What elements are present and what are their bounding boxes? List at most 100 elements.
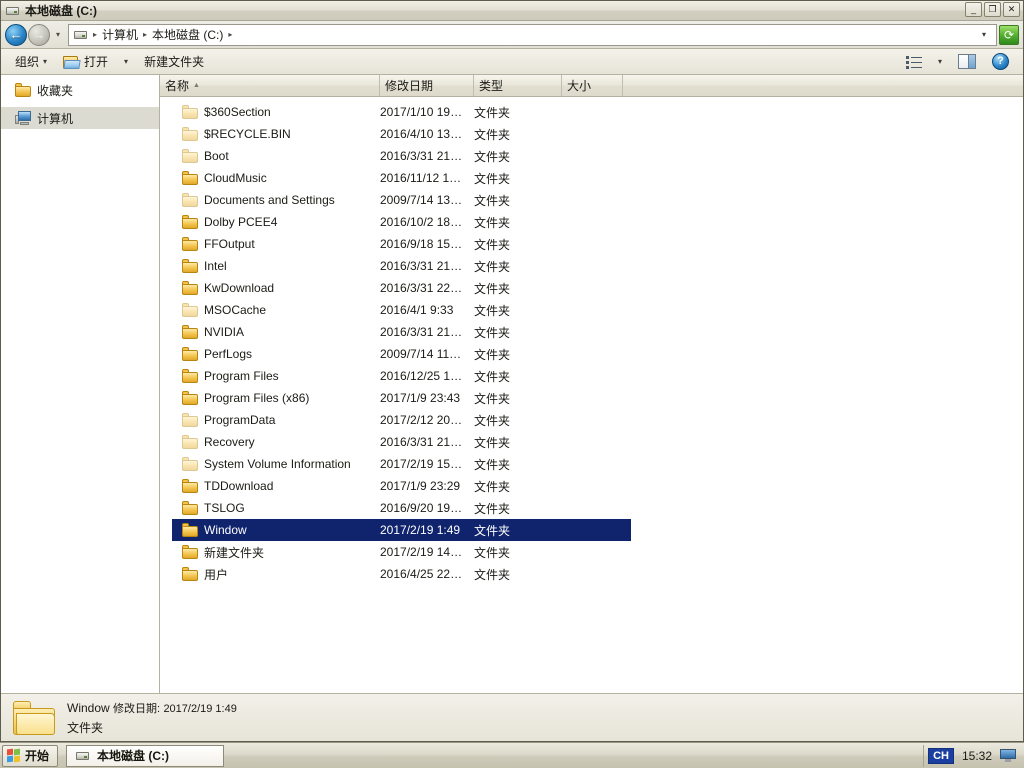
table-row[interactable]: Documents and Settings2009/7/14 13…文件夹 [172,189,631,211]
cell-type: 文件夹 [474,434,562,451]
file-name: 新建文件夹 [204,544,264,561]
file-name: Intel [204,259,227,273]
table-row[interactable]: $RECYCLE.BIN2016/4/10 13…文件夹 [172,123,631,145]
cell-date-modified: 2016/12/25 1… [380,369,474,383]
file-name: Window [204,523,247,537]
table-row[interactable]: Program Files2016/12/25 1…文件夹 [172,365,631,387]
cell-date-modified: 2016/4/1 9:33 [380,303,474,317]
cell-name: $RECYCLE.BIN [172,127,380,141]
change-view-button[interactable] [898,51,930,73]
sidebar-item-computer[interactable]: 计算机 [1,107,159,129]
cell-name: Program Files (x86) [172,391,380,405]
cell-date-modified: 2009/7/14 11… [380,347,474,361]
view-dropdown-button[interactable]: ▾ [930,53,950,70]
folder-icon [182,215,198,229]
file-name: $RECYCLE.BIN [204,127,291,141]
column-header-row: 名称 ▲ 修改日期 类型 大小 [160,75,1023,97]
file-list[interactable]: $360Section2017/1/10 19…文件夹$RECYCLE.BIN2… [160,97,1023,693]
close-button[interactable]: ✕ [1003,2,1020,17]
cell-type: 文件夹 [474,302,562,319]
table-row[interactable]: Boot2016/3/31 21…文件夹 [172,145,631,167]
start-button[interactable]: 开始 [2,745,58,767]
organize-label: 组织 [15,53,39,70]
cell-name: MSOCache [172,303,380,317]
folder-icon [182,457,198,471]
table-row[interactable]: TDDownload2017/1/9 23:29文件夹 [172,475,631,497]
back-button[interactable]: ← [5,24,27,46]
folder-icon [182,281,198,295]
open-dropdown-button[interactable]: ▾ [116,53,136,70]
help-button[interactable]: ? [984,49,1017,74]
folder-icon [182,391,198,405]
column-header-date[interactable]: 修改日期 [380,75,474,96]
table-row[interactable]: PerfLogs2009/7/14 11…文件夹 [172,343,631,365]
ime-indicator[interactable]: CH [928,748,954,764]
cell-name: Program Files [172,369,380,383]
drive-icon [73,27,89,43]
cell-name: $360Section [172,105,380,119]
title-bar: 本地磁盘 (C:) _ ❐ ✕ [1,1,1023,21]
recent-locations-icon[interactable]: ▾ [51,25,65,45]
breadcrumb[interactable]: ▸ 计算机 ▸ 本地磁盘 (C:) ▸ ▾ [68,24,997,46]
sidebar-item-label: 收藏夹 [37,82,73,99]
table-row[interactable]: Window2017/2/19 1:49文件夹 [172,519,631,541]
folder-icon [182,171,198,185]
table-row[interactable]: NVIDIA2016/3/31 21…文件夹 [172,321,631,343]
table-row[interactable]: 新建文件夹2017/2/19 14…文件夹 [172,541,631,563]
table-row[interactable]: System Volume Information2017/2/19 15…文件… [172,453,631,475]
command-bar: 组织 ▾ 打开 ▾ 新建文件夹 ▾ [1,49,1023,75]
monitor-icon[interactable] [1000,749,1016,762]
column-header-label: 修改日期 [385,77,433,94]
window-controls: _ ❐ ✕ [965,2,1020,17]
cell-name: Recovery [172,435,380,449]
column-header-name[interactable]: 名称 ▲ [160,75,380,96]
maximize-button[interactable]: ❐ [984,2,1001,17]
forward-button[interactable]: → [28,24,50,46]
cell-date-modified: 2016/4/25 22… [380,567,474,581]
taskbar-item-explorer[interactable]: 本地磁盘 (C:) [66,745,224,767]
cell-date-modified: 2017/2/19 1:49 [380,523,474,537]
refresh-button[interactable]: ⟳ [999,25,1019,45]
column-header-type[interactable]: 类型 [474,75,562,96]
navigation-pane: 收藏夹 计算机 [1,75,160,693]
table-row[interactable]: CloudMusic2016/11/12 1…文件夹 [172,167,631,189]
preview-pane-icon [958,54,976,69]
table-row[interactable]: 用户2016/4/25 22…文件夹 [172,563,631,585]
folder-icon [182,479,198,493]
table-row[interactable]: MSOCache2016/4/1 9:33文件夹 [172,299,631,321]
table-row[interactable]: Program Files (x86)2017/1/9 23:43文件夹 [172,387,631,409]
drive-icon [5,3,21,19]
breadcrumb-item-drive[interactable]: 本地磁盘 (C:) [149,24,226,45]
table-row[interactable]: TSLOG2016/9/20 19…文件夹 [172,497,631,519]
open-button[interactable]: 打开 [55,49,116,74]
cell-name: Documents and Settings [172,193,380,207]
breadcrumb-item-computer[interactable]: 计算机 [99,24,141,45]
file-name: ProgramData [204,413,275,427]
cell-type: 文件夹 [474,280,562,297]
table-row[interactable]: Intel2016/3/31 21…文件夹 [172,255,631,277]
minimize-button[interactable]: _ [965,2,982,17]
chevron-right-icon[interactable]: ▸ [226,30,234,39]
table-row[interactable]: Recovery2016/3/31 21…文件夹 [172,431,631,453]
preview-pane-button[interactable] [950,50,984,73]
folder-icon [182,413,198,427]
table-row[interactable]: KwDownload2016/3/31 22…文件夹 [172,277,631,299]
cell-name: PerfLogs [172,347,380,361]
organize-button[interactable]: 组织 ▾ [7,49,55,74]
chevron-right-icon[interactable]: ▸ [141,30,149,39]
file-name: Program Files [204,369,279,383]
table-row[interactable]: ProgramData2017/2/12 20…文件夹 [172,409,631,431]
sidebar-item-favorites[interactable]: 收藏夹 [1,79,159,101]
table-row[interactable]: $360Section2017/1/10 19…文件夹 [172,101,631,123]
column-header-size[interactable]: 大小 [562,75,623,96]
chevron-down-icon[interactable]: ▾ [978,30,994,39]
clock[interactable]: 15:32 [962,749,992,763]
file-name: NVIDIA [204,325,244,339]
taskbar-item-label: 本地磁盘 (C:) [97,747,169,764]
table-row[interactable]: Dolby PCEE42016/10/2 18…文件夹 [172,211,631,233]
cell-type: 文件夹 [474,346,562,363]
cell-name: Window [172,523,380,537]
file-name: KwDownload [204,281,274,295]
new-folder-button[interactable]: 新建文件夹 [136,49,212,74]
table-row[interactable]: FFOutput2016/9/18 15…文件夹 [172,233,631,255]
